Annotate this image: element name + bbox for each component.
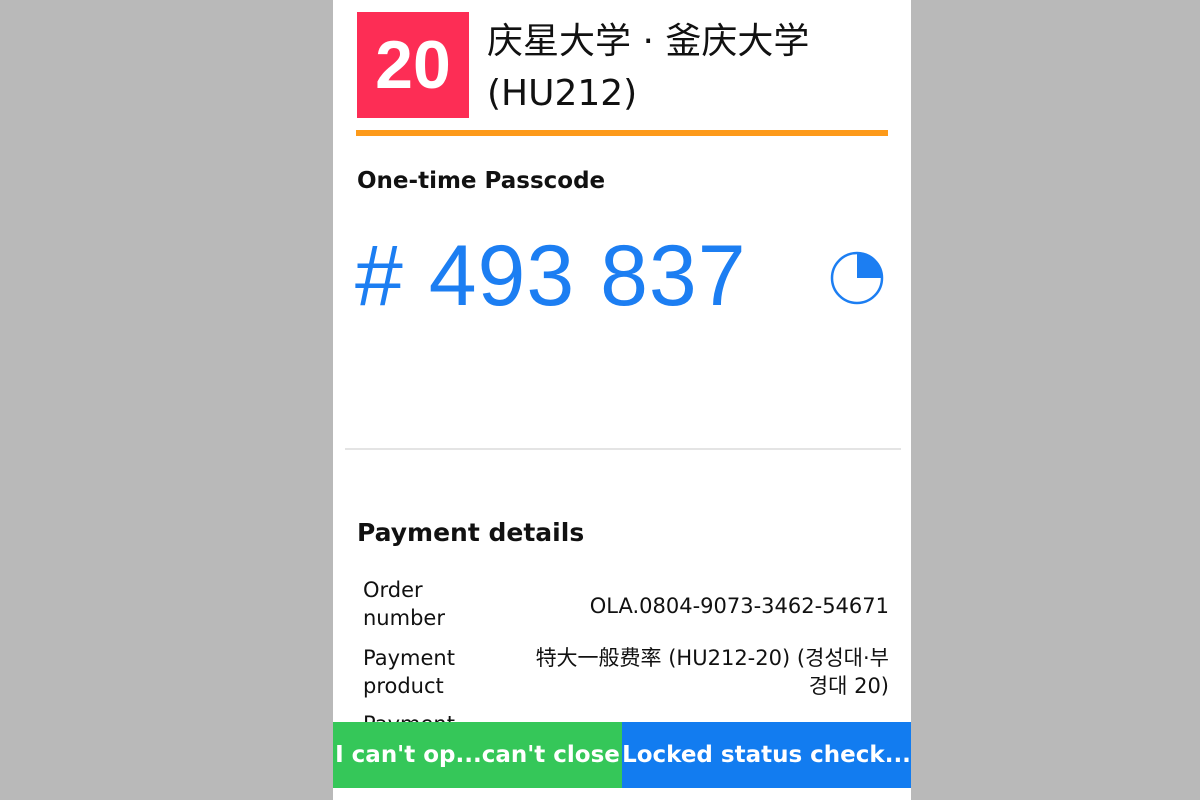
cant-open-close-button[interactable]: I can't op...can't close: [333, 722, 622, 788]
route-title: 庆星大学 · 釜庆大学 (HU212): [487, 16, 897, 120]
detail-value: 特大一般费率 (HU212-20) (경성대·부경대 20): [535, 646, 889, 698]
detail-key: Payment product: [363, 646, 455, 698]
timer-elapsed-wedge: [857, 253, 882, 278]
passcode-label: One-time Passcode: [357, 168, 606, 194]
section-divider: [345, 448, 901, 450]
app-screen: 20 庆星大学 · 釜庆大学 (HU212) One-time Passcode…: [333, 0, 911, 800]
countdown-pie-icon: [830, 251, 884, 305]
locked-status-check-button[interactable]: Locked status check...: [622, 722, 911, 788]
detail-key: Order number: [363, 578, 445, 630]
payment-details-title: Payment details: [357, 518, 585, 547]
header-accent-line: [356, 130, 888, 136]
route-title-line2: (HU212): [487, 73, 638, 114]
bottom-safe-area: [333, 788, 911, 800]
passcode-value: # 493 837: [355, 228, 747, 324]
action-bar: I can't op...can't close Locked status c…: [333, 722, 911, 788]
detail-value: OLA.0804-9073-3462-54671: [589, 594, 889, 618]
route-number-badge: 20: [357, 12, 469, 118]
route-title-line1: 庆星大学 · 釜庆大学: [487, 21, 810, 62]
